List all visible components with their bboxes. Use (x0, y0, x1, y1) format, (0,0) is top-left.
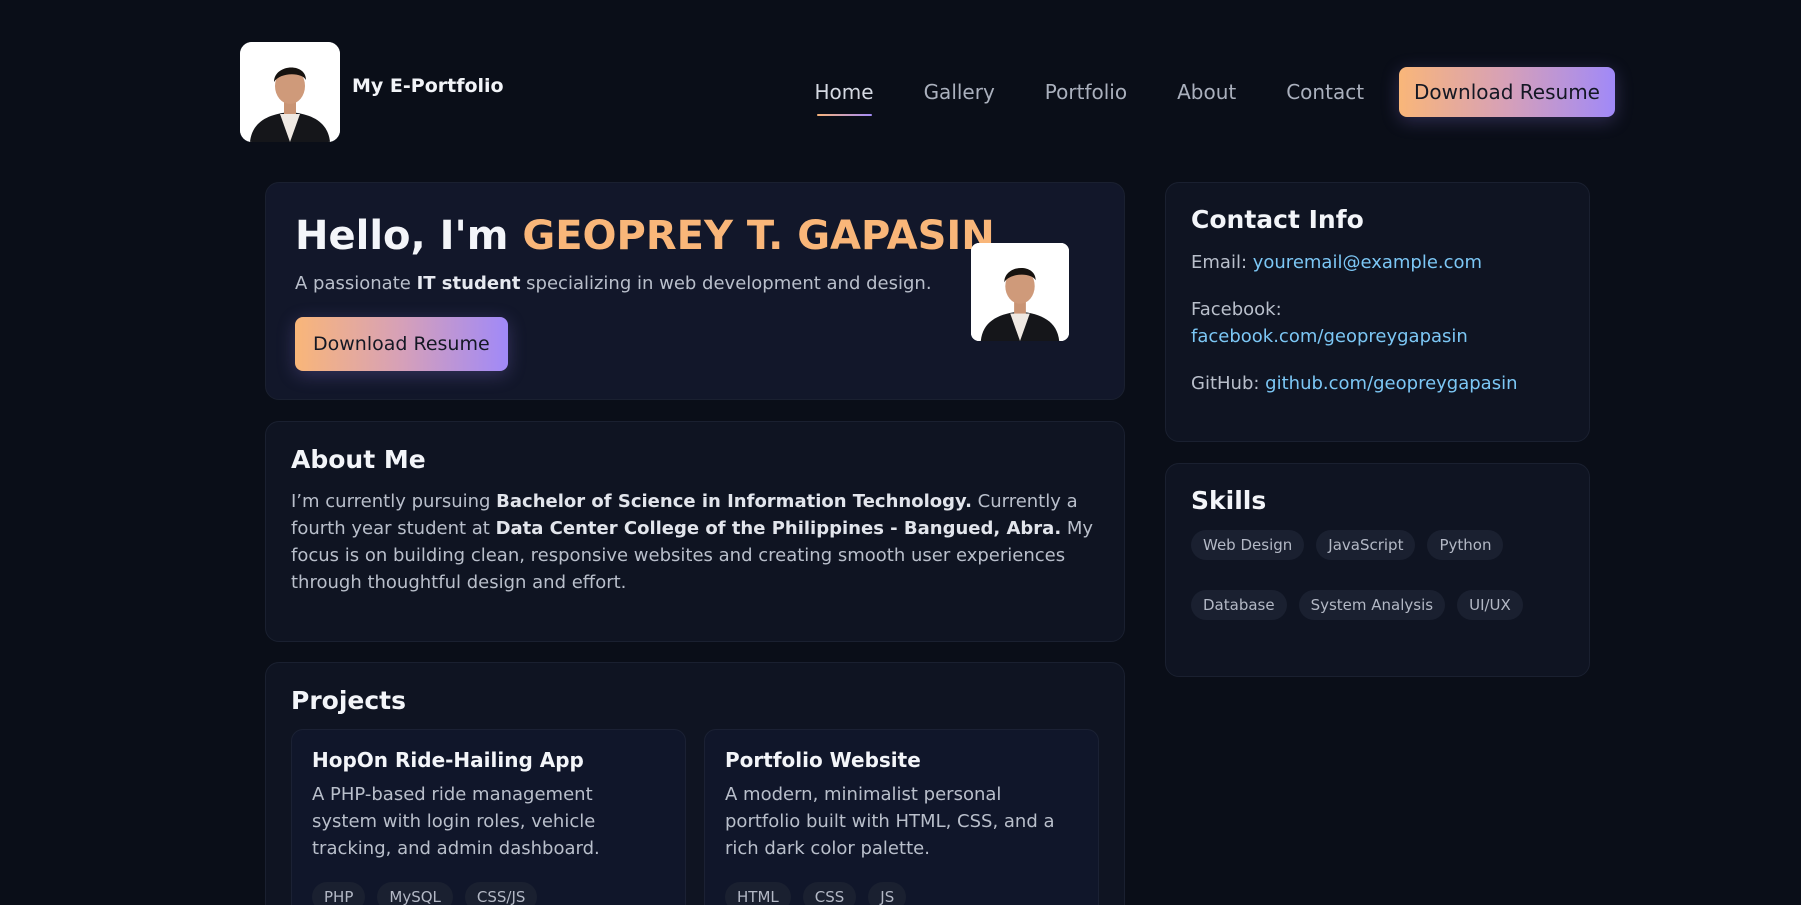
hero-heading: Hello, I'm GEOPREY T. GAPASIN (295, 213, 995, 259)
tag: HTML (725, 882, 791, 905)
download-resume-button[interactable]: Download Resume (1399, 67, 1615, 117)
tag: CSS (802, 882, 857, 905)
projects-title: Projects (291, 686, 407, 715)
contact-title: Contact Info (1191, 205, 1364, 234)
tag: JS (868, 882, 907, 905)
project-title: HopOn Ride-Hailing App (312, 748, 584, 772)
projects-card: Projects HopOn Ride-Hailing App A PHP-ba… (265, 662, 1125, 905)
skill-tag: System Analysis (1298, 590, 1446, 620)
nav-about[interactable]: About (1177, 80, 1236, 104)
nav-contact[interactable]: Contact (1286, 80, 1364, 104)
tag: MySQL (377, 882, 453, 905)
skills-card: Skills Web Design JavaScript Python Data… (1165, 463, 1590, 677)
facebook-label: Facebook: (1191, 299, 1282, 320)
skills-title: Skills (1191, 486, 1267, 515)
skill-tag: Python (1427, 530, 1504, 560)
about-school: Data Center College of the Philippines -… (495, 518, 1062, 539)
project-description: A PHP-based ride management system with … (312, 784, 600, 859)
about-degree: Bachelor of Science in Information Techn… (496, 491, 972, 512)
about-text: I’m currently pursuing Bachelor of Scien… (291, 488, 1101, 596)
facebook-row: Facebook: facebook.com/geopreygapasin (1191, 296, 1468, 350)
email-link[interactable]: youremail@example.com (1253, 252, 1482, 273)
facebook-link[interactable]: facebook.com/geopreygapasin (1191, 326, 1468, 347)
hero-card: Hello, I'm GEOPREY T. GAPASIN A passiona… (265, 182, 1125, 400)
about-text-1: I’m currently pursuing (291, 491, 497, 512)
project-tags: PHP MySQL CSS/JS (312, 882, 549, 905)
project-description: A modern, minimalist personal portfolio … (725, 784, 1055, 859)
github-row: GitHub: github.com/geopreygapasin (1191, 370, 1518, 397)
main-nav: Home Gallery Portfolio About Contact Dow… (815, 67, 1615, 117)
hero-download-resume-button[interactable]: Download Resume (295, 317, 508, 371)
brand-name: My E-Portfolio (352, 75, 504, 97)
skill-tag: UI/UX (1457, 590, 1523, 620)
tagline-post: specializing in web development and desi… (520, 273, 932, 294)
skill-tag: Web Design (1191, 530, 1305, 560)
email-label: Email: (1191, 252, 1253, 273)
brand[interactable]: My E-Portfolio (240, 42, 504, 142)
hero-name: GEOPREY T. GAPASIN (522, 213, 995, 259)
nav-portfolio[interactable]: Portfolio (1045, 80, 1127, 104)
skills-row: Web Design JavaScript Python (1191, 530, 1515, 560)
tagline-pre: A passionate (295, 273, 417, 294)
profile-photo (971, 243, 1069, 341)
project-title: Portfolio Website (725, 748, 921, 772)
tag: PHP (312, 882, 366, 905)
github-link[interactable]: github.com/geopreygapasin (1265, 373, 1517, 394)
project-card[interactable]: Portfolio Website A modern, minimalist p… (704, 729, 1099, 905)
project-tags: HTML CSS JS (725, 882, 918, 905)
contact-card: Contact Info Email: youremail@example.co… (1165, 182, 1590, 442)
skill-tag: JavaScript (1316, 530, 1416, 560)
email-row: Email: youremail@example.com (1191, 249, 1482, 276)
site-header: My E-Portfolio Home Gallery Portfolio Ab… (240, 42, 1615, 142)
project-card[interactable]: HopOn Ride-Hailing App A PHP-based ride … (291, 729, 686, 905)
avatar (240, 42, 340, 142)
nav-gallery[interactable]: Gallery (924, 80, 995, 104)
greeting-text: Hello, I'm (295, 213, 523, 259)
skill-tag: Database (1191, 590, 1287, 620)
skills-row: Database System Analysis UI/UX (1191, 590, 1535, 620)
about-card: About Me I’m currently pursuing Bachelor… (265, 421, 1125, 642)
about-title: About Me (291, 445, 426, 474)
nav-home[interactable]: Home (815, 80, 874, 116)
tagline-bold: IT student (416, 273, 521, 294)
hero-photo (971, 243, 1069, 341)
tag: CSS/JS (464, 882, 538, 905)
hero-tagline: A passionate IT student specializing in … (295, 273, 932, 294)
profile-photo (240, 42, 340, 142)
github-label: GitHub: (1191, 373, 1266, 394)
